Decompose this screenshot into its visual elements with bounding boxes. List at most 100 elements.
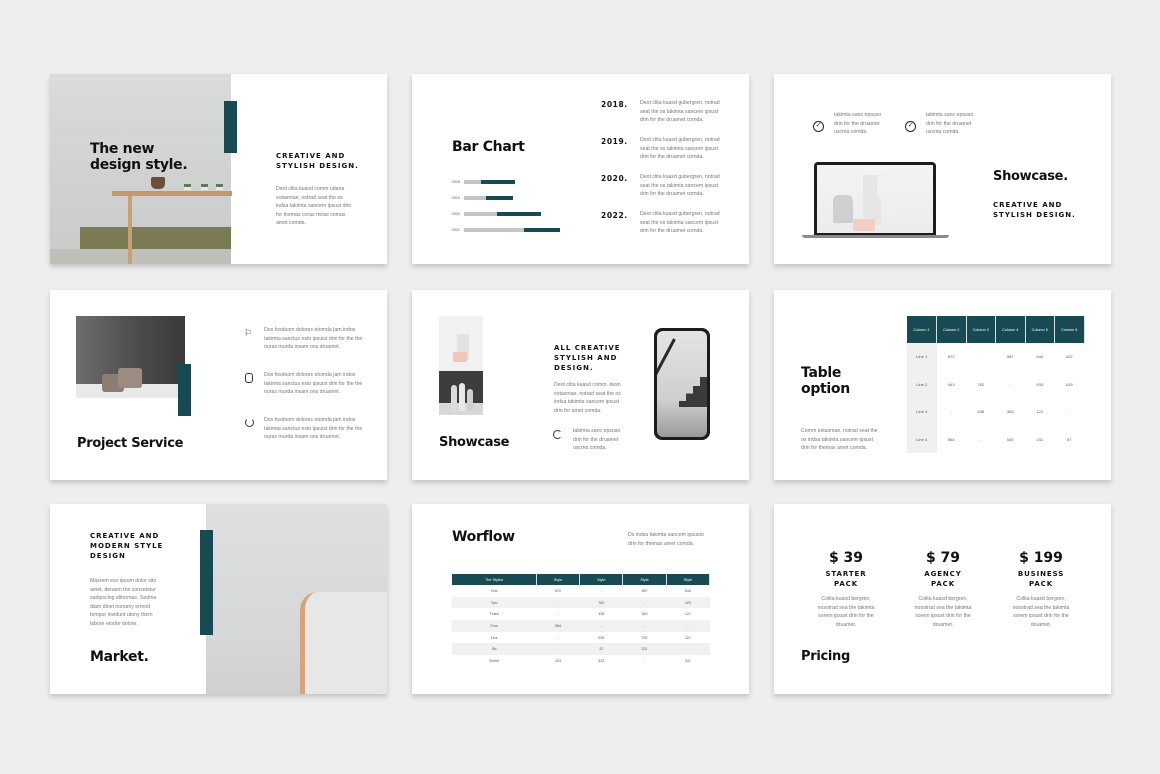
accent-bar xyxy=(200,530,213,635)
flag-icon: ⚐ xyxy=(244,328,253,338)
slide-subtitle: CREATIVE AND STYLISH DESIGN. xyxy=(993,200,1076,220)
table-cell: - xyxy=(536,596,580,609)
table-cell: 87 xyxy=(1067,436,1072,442)
phone-mockup xyxy=(654,328,710,440)
table-cell: - xyxy=(600,588,602,593)
title-line: option xyxy=(801,381,850,397)
table-header-cell: The Styles xyxy=(452,574,537,585)
slide-bar-chart[interactable]: Bar Chart 2018 2019 2020 2021 2018. Deot cli… xyxy=(412,74,749,264)
bar-row: 2018 xyxy=(452,180,564,184)
table-cell: 544 xyxy=(684,588,691,593)
vase-shape xyxy=(833,195,853,223)
year-text: Deot clita kuasd gubergren, notrad seat … xyxy=(640,174,720,198)
heading-line: STYLISH AND xyxy=(554,354,618,362)
table-cell: 236 xyxy=(598,635,605,640)
table-cell: 672 xyxy=(555,588,562,593)
year-label: 2019. xyxy=(601,137,628,146)
table-cell: 545 xyxy=(1006,436,1014,442)
heading-line: DESIGN xyxy=(90,552,126,560)
title-line: design style. xyxy=(90,157,188,173)
bar-row: 2019 xyxy=(452,196,564,200)
table-cell: 423 xyxy=(666,596,710,609)
table-row: Four 564- - - xyxy=(452,620,710,632)
bar-category-label: 2020 xyxy=(452,212,460,216)
check-circle-icon: ✓ xyxy=(813,114,828,132)
slide-title: Worflow xyxy=(452,529,515,545)
slide-cover[interactable]: The new design style. CREATIVE AND STYLI… xyxy=(50,74,387,264)
table-cell: Four xyxy=(452,620,537,632)
photo-floor xyxy=(50,249,231,264)
photo-plant xyxy=(201,184,208,190)
bar-segment-base xyxy=(464,212,498,216)
table-cell: - xyxy=(643,658,646,663)
bar-segment-value xyxy=(524,228,561,232)
vases-photo xyxy=(439,316,483,371)
slide-table-option[interactable]: Table option Comm estasmae, notrad seat … xyxy=(774,290,1111,480)
table-cell: - xyxy=(666,643,710,656)
bar-row: 2020 xyxy=(452,212,564,216)
year-entry: 2022. Deot clita kuasd gubergren, notrad … xyxy=(601,211,741,241)
photo-bench-leg xyxy=(128,196,132,264)
bar-category-label: 2018 xyxy=(452,180,460,184)
table-row: Three - 438 363 121 xyxy=(452,608,710,620)
title-line: Table xyxy=(801,365,842,381)
stair-rail xyxy=(657,338,676,428)
table-cell: 619 xyxy=(1065,381,1073,387)
table-cell: - xyxy=(622,620,667,632)
table-cell: - xyxy=(1009,381,1011,387)
table-cell: - xyxy=(622,596,667,609)
table-cell: - xyxy=(666,620,710,632)
table-cell: - xyxy=(557,635,559,640)
table-cell: 321 xyxy=(684,635,691,640)
slide-title: Bar Chart xyxy=(452,139,525,155)
plan-text: Colita kuasd bergren, nosotrad sea the t… xyxy=(817,596,875,628)
bar-segment-base xyxy=(464,228,524,232)
stairs xyxy=(679,377,707,407)
table-cell: 423 xyxy=(555,658,562,663)
table-cell: 987 xyxy=(641,588,648,593)
pricing-plan: $ 199 BUSINESS PACK Colita kuasd bergren, n… xyxy=(1001,550,1081,629)
slide-title: Showcase xyxy=(439,435,510,450)
year-entry: 2018. Deot clita kuasd gubergren, notrad … xyxy=(601,100,741,130)
table-cell: 438 xyxy=(977,409,985,415)
pricing-plan: $ 39 STARTER PACK Colita kuasd bergren, nos… xyxy=(806,550,886,629)
table-cell: 422 xyxy=(1065,354,1073,360)
bar-segment-base xyxy=(464,180,482,184)
slide-showcase-phone[interactable]: Showcase ALL CREATIVE STYLISH AND DESIGN… xyxy=(412,290,749,480)
slide-body: Deot clita kuasd comm udana estasmae, no… xyxy=(276,186,352,227)
table-cell: 323 xyxy=(598,658,605,663)
table-cell: Six xyxy=(452,643,537,656)
slide-project-service[interactable]: Project Service ⚐ Dos fosduom dolores et… xyxy=(50,290,387,480)
plan-name: BUSINESS PACK xyxy=(1001,570,1081,589)
slide-subtitle: CREATIVE AND STYLISH DESIGN. xyxy=(276,151,359,171)
slide-showcase-laptop[interactable]: ✓ takimta sanc epsuso drin for the druam… xyxy=(774,74,1111,264)
plan-name-line: BUSINESS xyxy=(1017,570,1065,578)
slide-body: Masrem eso ipsum dolor sito amet, derasm… xyxy=(90,578,157,627)
laptop-screen-photo xyxy=(817,165,933,233)
refresh-icon xyxy=(553,430,562,439)
table-row: Seven 423 323 - 311 xyxy=(452,655,710,667)
slide-market[interactable]: CREATIVE AND MODERN STYLE DESIGN Masrem … xyxy=(50,504,387,694)
plan-price: $ 39 xyxy=(828,550,864,566)
table-cell: 321 xyxy=(622,643,667,656)
table-cell: Line 2 xyxy=(907,370,937,398)
bottle-shape xyxy=(459,383,465,411)
slide-pricing[interactable]: $ 39 STARTER PACK Colita kuasd bergren, nos… xyxy=(774,504,1111,694)
slide-workflow[interactable]: Worflow Ds indsa takimta sancem ipsusto … xyxy=(412,504,749,694)
table-cell: 22 xyxy=(579,643,623,656)
table-cell: 121 xyxy=(684,612,691,617)
slide-title: Table option xyxy=(801,365,850,397)
watch-icon xyxy=(245,373,253,383)
service-text: Dos fosduom dolores etomda jam indos tak… xyxy=(264,327,363,351)
table-cell: 564 xyxy=(947,436,955,442)
table-cell: - xyxy=(980,436,982,442)
slide-heading: CREATIVE AND MODERN STYLE DESIGN xyxy=(90,531,163,561)
data-table: Column 1 Column 2 Column 3 Column 4 Column 5… xyxy=(907,316,1085,453)
table-header-cell: Style xyxy=(666,574,711,585)
subtitle-line: STYLISH DESIGN. xyxy=(276,162,359,170)
plan-text: Colita kuasd bergren, nosotrad sea the t… xyxy=(914,596,972,628)
plan-text: Colita kuasd bergren, nosotrad sea the t… xyxy=(1012,596,1070,628)
photo-pot xyxy=(151,177,165,189)
year-entry: 2019. Deot clita kuasd gubergren, notrad … xyxy=(601,137,741,167)
table-cell: Two xyxy=(452,596,537,609)
